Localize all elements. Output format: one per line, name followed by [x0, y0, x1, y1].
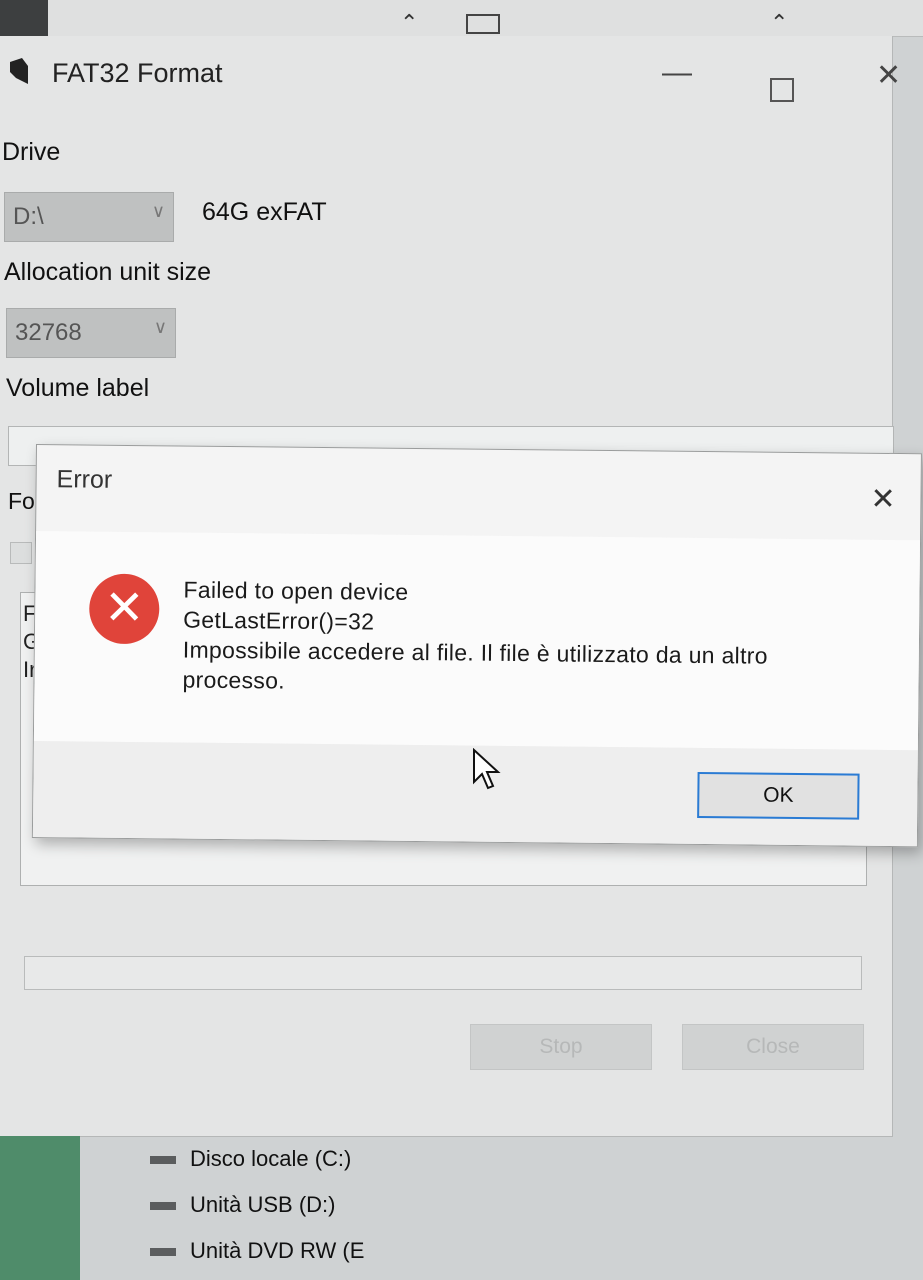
explorer-item-usb-drive[interactable]: Unità USB (D:): [150, 1192, 335, 1218]
chevron-down-icon: ∨: [153, 317, 167, 337]
drive-select-value: D:\: [13, 203, 44, 230]
error-message-line: Impossibile accedere al file. Il file è …: [182, 636, 768, 669]
window-title: FAT32 Format: [52, 58, 223, 88]
format-options-label: Fo: [8, 488, 35, 514]
explorer-item-local-disk[interactable]: Disco locale (C:): [150, 1146, 351, 1172]
window-icon: [466, 14, 500, 34]
explorer-item-dvd-drive[interactable]: Unità DVD RW (E: [150, 1238, 364, 1264]
close-button[interactable]: Close: [682, 1024, 864, 1070]
quick-format-checkbox[interactable]: [10, 542, 32, 564]
error-message-line: GetLastError()=32: [183, 606, 375, 635]
title-bar: FAT32 Format — ✕: [0, 36, 901, 114]
desktop-background: [0, 1136, 80, 1280]
mouse-cursor-icon: [473, 748, 501, 790]
background-dark-area: [0, 0, 48, 36]
ok-button[interactable]: OK: [697, 771, 860, 820]
drive-select[interactable]: D:\ ∨: [4, 192, 174, 242]
error-message-line: processo.: [182, 666, 286, 694]
allocation-unit-size-value: 32768: [15, 319, 82, 346]
usb-drive-icon: [150, 1202, 176, 1211]
background-window-strip: ⌃ ⌃: [0, 0, 923, 37]
chevron-down-icon: ∨: [151, 201, 165, 221]
dvd-drive-icon: [150, 1248, 176, 1257]
explorer-item-label: Unità DVD RW (E: [190, 1238, 365, 1263]
error-icon: ✕: [88, 573, 160, 645]
allocation-unit-size-label: Allocation unit size: [4, 258, 212, 286]
progress-bar: [24, 956, 862, 990]
app-icon: [10, 58, 28, 84]
close-window-button[interactable]: ✕: [876, 58, 901, 93]
stop-button[interactable]: Stop: [470, 1024, 652, 1070]
allocation-unit-size-select[interactable]: 32768 ∨: [6, 308, 176, 358]
volume-label-label: Volume label: [6, 374, 150, 402]
drive-label: Drive: [2, 138, 61, 166]
hard-drive-icon: [150, 1156, 176, 1165]
minimize-button[interactable]: —: [662, 56, 692, 90]
chevron-up-icon: ⌃: [770, 10, 789, 35]
explorer-item-label: Disco locale (C:): [190, 1146, 352, 1171]
chevron-up-icon: ⌃: [400, 10, 419, 35]
dialog-close-button[interactable]: ✕: [870, 482, 896, 517]
error-message-line: Failed to open device: [183, 576, 409, 605]
explorer-item-label: Unità USB (D:): [190, 1192, 336, 1217]
maximize-button[interactable]: [770, 78, 794, 102]
dialog-body: ✕ Failed to open device GetLastError()=3…: [33, 531, 921, 751]
dialog-title: Error: [56, 465, 113, 494]
drive-info: 64G exFAT: [202, 198, 327, 226]
